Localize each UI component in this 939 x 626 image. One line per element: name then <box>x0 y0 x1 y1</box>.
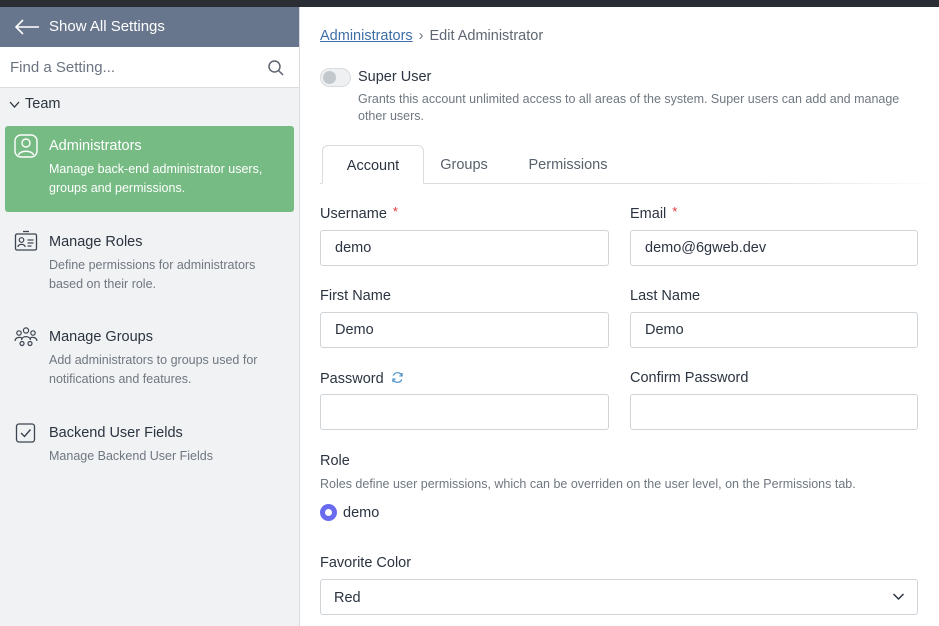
search-icon[interactable] <box>267 59 285 77</box>
sidebar-item-desc: Define permissions for administrators ba… <box>49 258 256 291</box>
tab-groups[interactable]: Groups <box>424 145 504 184</box>
breadcrumb-current: Edit Administrator <box>429 28 544 44</box>
required-marker: * <box>672 204 678 219</box>
first-name-label: First Name <box>320 288 391 304</box>
tab-bar: Account Groups Permissions <box>320 145 939 184</box>
chevron-down-icon <box>892 593 905 601</box>
chevron-down-icon <box>9 101 20 108</box>
super-user-label: Super User <box>358 69 432 85</box>
sidebar-item-desc: Add administrators to groups used for no… <box>49 353 258 386</box>
sidebar-item-title: Manage Groups <box>49 329 153 345</box>
breadcrumb: Administrators › Edit Administrator <box>320 28 543 44</box>
password-label: Password <box>320 370 404 387</box>
toggle-knob <box>323 71 336 84</box>
email-label: Email * <box>630 204 678 222</box>
settings-search <box>0 47 299 88</box>
main-content: Administrators › Edit Administrator Super … <box>300 7 939 626</box>
radio-dot <box>325 509 332 516</box>
sidebar-item-desc: Manage Backend User Fields <box>49 449 213 463</box>
super-user-help: Grants this account unlimited access to … <box>358 92 900 123</box>
last-name-field[interactable]: Demo <box>630 312 918 348</box>
favorite-color-label: Favorite Color <box>320 555 412 571</box>
sidebar-item-title: Administrators <box>49 138 142 154</box>
sidebar-item-manage-groups[interactable]: Manage Groups Add administrators to grou… <box>5 317 294 403</box>
username-field[interactable]: demo <box>320 230 609 266</box>
first-name-field[interactable]: Demo <box>320 312 609 348</box>
email-field[interactable]: demo@6gweb.dev <box>630 230 918 266</box>
sidebar-item-title: Backend User Fields <box>49 425 183 441</box>
role-radio-label[interactable]: demo <box>343 505 379 521</box>
settings-search-input[interactable] <box>0 47 260 87</box>
id-card-icon <box>14 230 38 251</box>
show-all-settings-button[interactable]: Show All Settings <box>0 7 299 47</box>
sidebar-item-manage-roles[interactable]: Manage Roles Define permissions for admi… <box>5 222 294 308</box>
checkbox-icon <box>15 423 36 443</box>
username-label: Username * <box>320 204 398 222</box>
user-circle-icon <box>14 134 38 158</box>
role-label: Role <box>320 453 350 469</box>
sidebar-item-backend-user-fields[interactable]: Backend User Fields Manage Backend User … <box>5 413 294 479</box>
required-marker: * <box>392 204 398 219</box>
settings-sidebar: Show All Settings Team Administrators Ma… <box>0 7 300 626</box>
breadcrumb-link-administrators[interactable]: Administrators <box>320 28 413 44</box>
section-team-label: Team <box>25 96 61 112</box>
favorite-color-select[interactable]: Red <box>320 579 918 615</box>
favorite-color-value: Red <box>334 590 361 606</box>
refresh-icon[interactable] <box>391 371 404 384</box>
tab-account[interactable]: Account <box>322 145 424 184</box>
section-team-toggle[interactable]: Team <box>0 93 299 117</box>
show-all-settings-label: Show All Settings <box>49 18 165 35</box>
arrow-left-icon <box>14 19 39 35</box>
tab-permissions[interactable]: Permissions <box>508 145 628 184</box>
role-help: Roles define user permissions, which can… <box>320 477 856 491</box>
role-radio-demo[interactable] <box>320 504 337 521</box>
super-user-toggle[interactable] <box>320 68 351 87</box>
confirm-password-label: Confirm Password <box>630 370 749 386</box>
last-name-label: Last Name <box>630 288 701 304</box>
sidebar-item-title: Manage Roles <box>49 234 143 250</box>
window-top-bar <box>0 0 939 7</box>
confirm-password-field[interactable] <box>630 394 918 430</box>
breadcrumb-separator: › <box>418 28 424 44</box>
sidebar-item-desc: Manage back-end administrator users, gro… <box>49 162 263 195</box>
password-field[interactable] <box>320 394 609 430</box>
sidebar-item-administrators[interactable]: Administrators Manage back-end administr… <box>5 126 294 212</box>
users-group-icon <box>14 327 38 347</box>
